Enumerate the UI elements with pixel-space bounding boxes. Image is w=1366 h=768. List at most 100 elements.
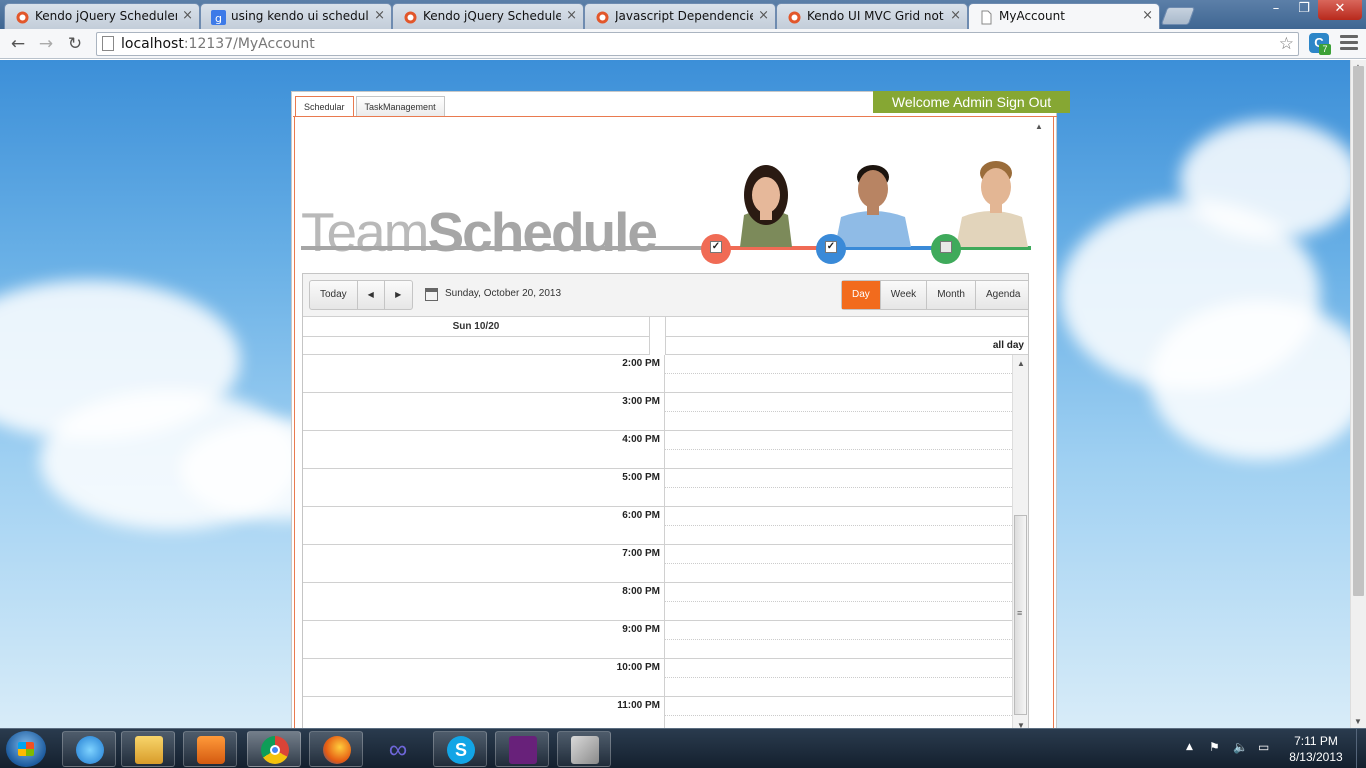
sign-out-link[interactable]: Sign Out xyxy=(997,94,1051,110)
time-slot-cell[interactable] xyxy=(665,431,1012,469)
menu-icon[interactable] xyxy=(1340,35,1358,51)
checkbox-checked-icon[interactable]: ✓ xyxy=(825,241,837,253)
firefox-icon[interactable] xyxy=(309,731,363,767)
time-slot-cell[interactable] xyxy=(665,393,1012,431)
time-slot-cell[interactable] xyxy=(665,355,1012,393)
clock[interactable]: 7:11 PM 8/13/2013 xyxy=(1284,733,1348,765)
minimize-button[interactable]: – xyxy=(1262,0,1290,20)
kendo-icon xyxy=(403,9,418,24)
kendo-icon xyxy=(787,9,802,24)
chrome-icon[interactable] xyxy=(247,731,301,767)
show-desktop-button[interactable] xyxy=(1356,729,1366,768)
person-1-photo xyxy=(716,155,816,247)
clock-time: 7:11 PM xyxy=(1294,734,1338,748)
close-icon[interactable]: × xyxy=(374,4,385,28)
time-slot-label-row: 9:00 PM xyxy=(303,621,665,659)
checkbox-unchecked-icon[interactable] xyxy=(940,241,952,253)
close-icon[interactable]: × xyxy=(1142,4,1153,28)
browser-tab-6[interactable]: MyAccount × xyxy=(968,3,1160,30)
window-controls: – ❐ ✕ xyxy=(1262,0,1362,20)
tab-taskmanagement[interactable]: TaskManagement xyxy=(355,96,445,116)
tab-schedular[interactable]: Schedular xyxy=(295,96,354,117)
today-button[interactable]: Today xyxy=(310,281,358,309)
time-label: 3:00 PM xyxy=(622,396,660,407)
tray-expand-icon[interactable]: ▲ xyxy=(1186,742,1193,768)
url-text: localhost:12137/MyAccount xyxy=(121,36,315,52)
close-icon[interactable]: × xyxy=(758,4,769,28)
day-header-cell xyxy=(665,317,1028,337)
address-bar[interactable]: localhost:12137/MyAccount ☆ xyxy=(96,32,1299,56)
time-slot-cell[interactable] xyxy=(665,621,1012,659)
day-header: Sun 10/20 xyxy=(303,317,650,337)
close-icon[interactable]: × xyxy=(566,4,577,28)
windows-taskbar: ∞ S ▲ ⚑ 🔈 ▭ 7:11 PM 8/13/2013 xyxy=(0,728,1366,768)
time-label: 2:00 PM xyxy=(622,358,660,369)
next-arrow-icon[interactable]: ▶ xyxy=(385,281,412,309)
page-scrollbar[interactable]: ▲ ▼ xyxy=(1350,60,1366,728)
close-icon[interactable]: × xyxy=(182,4,193,28)
visual-studio-icon[interactable] xyxy=(495,731,549,767)
page-icon xyxy=(102,36,114,51)
scroll-up-icon[interactable]: ▲ xyxy=(1035,122,1043,131)
time-label: 5:00 PM xyxy=(622,472,660,483)
internet-explorer-icon[interactable] xyxy=(62,731,116,767)
extension-badge: 7 xyxy=(1319,44,1331,55)
bookmark-star-icon[interactable]: ☆ xyxy=(1279,33,1294,55)
browser-tab-1[interactable]: Kendo jQuery Scheduler C × xyxy=(4,3,200,29)
setup-tool-icon[interactable] xyxy=(557,731,611,767)
panel-tabs: Schedular TaskManagement xyxy=(295,96,447,118)
time-slot-cell[interactable] xyxy=(665,697,1012,730)
page-title: TeamSchedule xyxy=(301,201,658,263)
browser-tab-4[interactable]: Javascript Dependencies × xyxy=(584,3,776,29)
volume-icon[interactable]: 🔈 xyxy=(1233,740,1248,768)
time-slot-label-row: 8:00 PM xyxy=(303,583,665,621)
welcome-text: Welcome Admin xyxy=(891,94,993,110)
time-label: 7:00 PM xyxy=(622,548,660,559)
back-arrow-icon[interactable]: ← xyxy=(6,32,30,56)
nav-button-group: Today ◀ ▶ xyxy=(309,280,413,310)
scroll-up-icon[interactable]: ▲ xyxy=(1017,359,1025,368)
close-window-button[interactable]: ✕ xyxy=(1318,0,1362,20)
prev-arrow-icon[interactable]: ◀ xyxy=(358,281,385,309)
view-day-button[interactable]: Day xyxy=(842,281,881,309)
time-slot-cell[interactable] xyxy=(665,469,1012,507)
browser-tab-5[interactable]: Kendo UI MVC Grid not di × xyxy=(776,3,968,29)
view-agenda-button[interactable]: Agenda xyxy=(976,281,1028,309)
tab-title: Kendo jQuery Scheduler C xyxy=(423,9,561,23)
maximize-button[interactable]: ❐ xyxy=(1290,0,1318,20)
time-slot-label-row: 6:00 PM xyxy=(303,507,665,545)
time-slot-cell[interactable] xyxy=(665,659,1012,697)
new-tab-button[interactable] xyxy=(1160,7,1196,25)
forward-arrow-icon[interactable]: → xyxy=(34,32,58,56)
time-label: 8:00 PM xyxy=(622,586,660,597)
infinity-icon[interactable]: ∞ xyxy=(371,731,425,767)
media-player-icon[interactable] xyxy=(183,731,237,767)
browser-tab-2[interactable]: g using kendo ui scheduler × xyxy=(200,3,392,29)
tab-title: using kendo ui scheduler xyxy=(231,9,369,23)
person-2-toggle[interactable]: ✓ xyxy=(816,234,846,264)
time-slot-label-row: 10:00 PM xyxy=(303,659,665,697)
time-slot-cell[interactable] xyxy=(665,545,1012,583)
time-label: 4:00 PM xyxy=(622,434,660,445)
tab-title: Kendo jQuery Scheduler C xyxy=(35,9,177,23)
person-3-toggle[interactable] xyxy=(931,234,961,264)
calendar-icon[interactable] xyxy=(425,288,438,301)
browser-tab-3[interactable]: Kendo jQuery Scheduler C × xyxy=(392,3,584,29)
person-1-toggle[interactable]: ✓ xyxy=(701,234,731,264)
scheduler-scrollbar[interactable]: ▲ ≡ ▼ xyxy=(1012,355,1028,730)
current-date[interactable]: Sunday, October 20, 2013 xyxy=(445,288,561,299)
time-slot-label-row: 4:00 PM xyxy=(303,431,665,469)
reload-icon[interactable]: ↻ xyxy=(63,32,87,56)
file-explorer-icon[interactable] xyxy=(121,731,175,767)
person-3-photo xyxy=(936,155,1036,247)
checkbox-checked-icon[interactable]: ✓ xyxy=(710,241,722,253)
flag-icon[interactable]: ⚑ xyxy=(1209,740,1220,768)
close-icon[interactable]: × xyxy=(950,4,961,28)
view-month-button[interactable]: Month xyxy=(927,281,976,309)
network-icon[interactable]: ▭ xyxy=(1258,740,1269,768)
time-slot-cell[interactable] xyxy=(665,583,1012,621)
start-button[interactable] xyxy=(6,731,46,767)
skype-icon[interactable]: S xyxy=(433,731,487,767)
time-slot-cell[interactable] xyxy=(665,507,1012,545)
view-week-button[interactable]: Week xyxy=(881,281,928,309)
